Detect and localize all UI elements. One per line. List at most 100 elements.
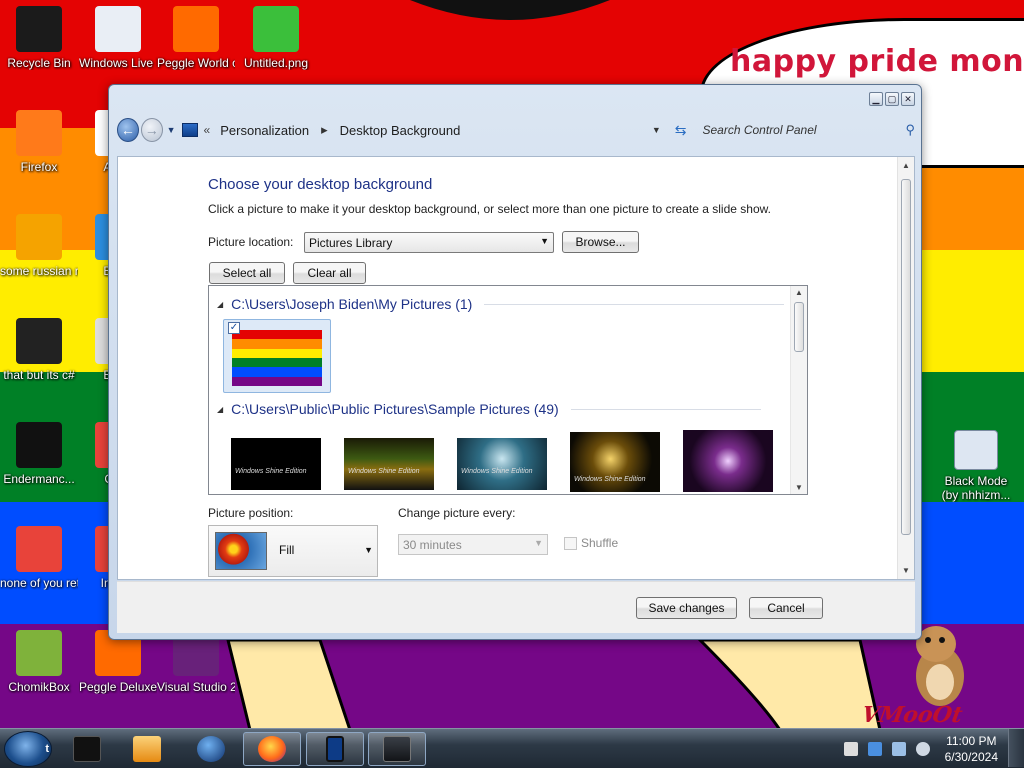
desktop-icon-label: that but its c#	[3, 368, 75, 382]
desktop-icon[interactable]: none of you retards kno...	[0, 526, 78, 590]
clock[interactable]: 11:00 PM 6/30/2024	[945, 733, 998, 765]
sample-thumbnail[interactable]: Windows Shine Edition	[231, 438, 321, 490]
desktop-icon-label: Firefox	[20, 160, 58, 174]
globe-icon	[197, 736, 225, 762]
tray-app-icon[interactable]	[844, 742, 858, 756]
select-all-button[interactable]: Select all	[209, 262, 285, 284]
display-icon[interactable]	[892, 742, 906, 756]
cancel-button[interactable]: Cancel	[749, 597, 823, 619]
picture-location-select[interactable]: Pictures Library ▼	[304, 232, 554, 253]
pride-wallpaper-thumbnail	[232, 330, 322, 386]
change-interval-select[interactable]: 30 minutes ▼	[398, 534, 548, 555]
collapse-triangle-icon[interactable]: ◢	[217, 300, 223, 309]
desktop-icon-label: none of you retards kno...	[0, 576, 78, 590]
refresh-icon[interactable]: ⇆	[675, 122, 687, 139]
picture-gallery[interactable]: ◢ C:\Users\Joseph Biden\My Pictures (1) …	[208, 285, 808, 495]
volume-icon[interactable]	[916, 742, 930, 756]
taskbar-phone[interactable]	[306, 732, 364, 766]
forward-button[interactable]: →	[140, 118, 163, 142]
start-button[interactable]: t	[4, 731, 52, 767]
firefox-icon	[258, 736, 286, 762]
search-input[interactable]: Search Control Panel ⚲	[702, 119, 915, 141]
close-button[interactable]: ✕	[901, 92, 915, 106]
desktop-icon[interactable]: Peggle World of Warcraft	[157, 6, 235, 70]
stacked-windows-icon	[16, 318, 62, 364]
search-icon[interactable]: ⚲	[905, 122, 915, 138]
group-header-sample-pictures[interactable]: ◢ C:\Users\Public\Public Pictures\Sample…	[217, 401, 761, 417]
breadcrumb-personalization[interactable]: Personalization	[220, 123, 309, 138]
address-dropdown[interactable]: ▼	[652, 125, 661, 135]
scroll-down-icon[interactable]: ▼	[902, 566, 910, 575]
page-title: Choose your desktop background	[208, 176, 433, 193]
scroll-down-icon[interactable]: ▼	[795, 483, 803, 492]
start-label: t	[45, 743, 49, 755]
browse-button[interactable]: Browse...	[562, 231, 639, 253]
scrollbar-thumb[interactable]	[794, 302, 804, 352]
picture-thumbnail-selected[interactable]: ✓	[223, 319, 331, 393]
save-changes-button[interactable]: Save changes	[636, 597, 737, 619]
chevron-icon[interactable]: «	[204, 123, 211, 137]
taskbar-control-panel[interactable]	[368, 732, 426, 766]
sample-caption: Windows Shine Edition	[235, 468, 307, 475]
scroll-up-icon[interactable]: ▲	[902, 161, 910, 170]
shuffle-label: Shuffle	[581, 536, 619, 550]
gallery-scrollbar[interactable]: ▲ ▼	[790, 286, 807, 494]
desktop-icon[interactable]: some russian ran a rat	[0, 214, 78, 278]
sample-caption: Windows Shine Edition	[461, 468, 533, 475]
desktop-icon[interactable]: Untitled.png	[237, 6, 315, 70]
desktop-icon-label: Recycle Bin	[7, 56, 71, 70]
thumbnail-checkbox[interactable]: ✓	[228, 322, 240, 334]
desktop-icon-label: Visual Studio 2015	[157, 680, 235, 694]
chevron-down-icon: ▼	[364, 545, 373, 555]
sample-thumbnail[interactable]: Windows Shine Edition	[344, 438, 434, 490]
picture-location-value: Pictures Library	[309, 236, 393, 250]
breadcrumb-separator[interactable]: ▸	[321, 122, 328, 138]
change-interval-value: 30 minutes	[403, 538, 462, 552]
checkbox-box[interactable]	[564, 536, 577, 550]
show-desktop-button[interactable]	[1008, 729, 1024, 767]
sample-caption: Windows Shine Edition	[574, 476, 646, 483]
picture-position-value: Fill	[279, 543, 295, 557]
change-picture-label: Change picture every:	[398, 506, 516, 520]
taskbar-firefox[interactable]	[243, 732, 301, 766]
shuffle-checkbox[interactable]: Shuffle	[564, 536, 618, 550]
minimize-button[interactable]: ▁	[869, 92, 883, 106]
desktop-icon[interactable]: Windows Live Mail	[79, 6, 157, 70]
page-description: Click a picture to make it your desktop …	[208, 202, 771, 216]
sample-thumbnail[interactable]: Windows Shine Edition	[570, 432, 660, 492]
content-scrollbar[interactable]: ▲ ▼	[897, 157, 914, 579]
clock-time: 11:00 PM	[946, 734, 997, 748]
png-file-icon	[253, 6, 299, 52]
chevron-down-icon: ▼	[534, 538, 543, 548]
desktop-icon-label: Peggle Deluxe	[79, 680, 157, 694]
scroll-up-icon[interactable]: ▲	[795, 288, 803, 297]
desktop-icon-black-mode[interactable]: Black Mode (by nhhizm...	[937, 430, 1015, 502]
sample-thumbnail[interactable]	[683, 430, 773, 492]
search-placeholder: Search Control Panel	[702, 123, 817, 137]
scrollbar-thumb[interactable]	[901, 179, 911, 535]
clear-all-button[interactable]: Clear all	[293, 262, 366, 284]
taskbar-app[interactable]	[58, 732, 116, 766]
desktop-icon[interactable]: Recycle Bin	[0, 6, 78, 70]
desktop-icon-label: Peggle World of Warcraft	[157, 56, 235, 70]
watermark-text: VMooOt	[859, 702, 965, 728]
desktop-icon[interactable]: ChomikBox	[0, 630, 78, 694]
sample-thumbnail[interactable]: Windows Shine Edition	[457, 438, 547, 490]
desktop-icon[interactable]: Firefox	[0, 110, 78, 174]
desktop-icon-label: Windows Live Mail	[79, 56, 157, 70]
group-header-my-pictures[interactable]: ◢ C:\Users\Joseph Biden\My Pictures (1)	[217, 296, 785, 312]
address-bar: ← → ▼ « Personalization ▸ Desktop Backgr…	[117, 115, 915, 145]
picture-location-label: Picture location:	[208, 235, 294, 249]
maximize-button[interactable]: ▢	[885, 92, 899, 106]
back-button[interactable]: ←	[117, 118, 139, 142]
picture-position-select[interactable]: Fill ▼	[208, 525, 378, 577]
recent-pages-dropdown[interactable]: ▼	[167, 125, 176, 135]
desktop-icon[interactable]: that but its c#	[0, 318, 78, 382]
console-icon	[16, 422, 62, 468]
collapse-triangle-icon[interactable]: ◢	[217, 405, 223, 414]
breadcrumb-desktop-background[interactable]: Desktop Background	[340, 123, 461, 138]
network-icon[interactable]	[868, 742, 882, 756]
desktop-icon[interactable]: Endermanc...	[0, 422, 78, 486]
taskbar-globe[interactable]	[182, 732, 240, 766]
taskbar-media-player[interactable]	[118, 732, 176, 766]
